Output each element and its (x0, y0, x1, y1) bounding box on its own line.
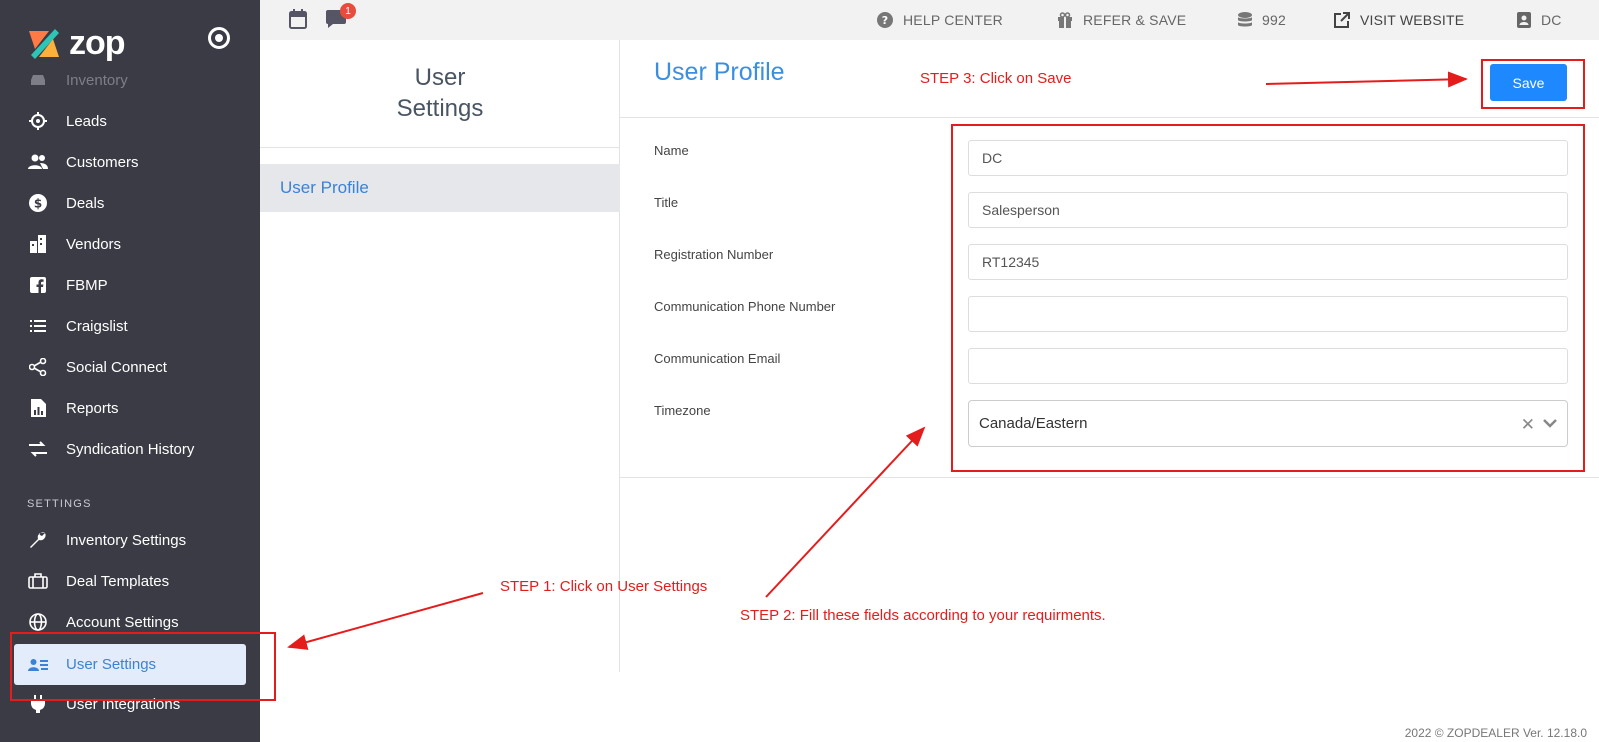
sidebar-item-label: Vendors (66, 235, 122, 253)
svg-text:$: $ (34, 197, 42, 211)
sidebar-item-label: FBMP (66, 276, 108, 294)
building-icon (28, 234, 48, 254)
question-circle-icon: ? (877, 12, 893, 28)
title-label: Title (654, 195, 679, 210)
annotation-step1: STEP 1: Click on User Settings (500, 578, 708, 595)
sidebar-item-label: Social Connect (66, 358, 167, 376)
wrench-icon (28, 530, 48, 550)
sidebar-item-craigslist[interactable]: Craigslist (0, 306, 260, 346)
help-center-link[interactable]: ? HELP CENTER (877, 0, 1003, 40)
page-title: User Profile (654, 58, 785, 86)
sidebar-item-syndication-history[interactable]: Syndication History (0, 429, 260, 469)
settings-title-text: User Settings (396, 64, 484, 122)
name-label: Name (654, 143, 689, 158)
sidebar: zop Inventory Leads Customers $ Deals Ve… (0, 0, 260, 742)
sidebar-item-social-connect[interactable]: Social Connect (0, 347, 260, 387)
list-icon (28, 316, 48, 336)
notification-badge: 1 (340, 3, 356, 19)
sidebar-item-inventory-settings[interactable]: Inventory Settings (0, 520, 260, 560)
database-icon (1238, 12, 1252, 28)
sidebar-item-label: Craigslist (66, 317, 128, 335)
calendar-icon[interactable] (289, 9, 307, 34)
globe-icon (28, 612, 48, 632)
sidebar-toggle-icon[interactable] (208, 27, 230, 49)
annotation-box-step2 (951, 124, 1585, 472)
divider (260, 147, 620, 148)
footer-version: 2022 © ZOPDEALER Ver. 12.18.0 (1404, 726, 1587, 740)
top-bar: 1 ? HELP CENTER REFER & SAVE 992 VISIT W… (260, 0, 1599, 40)
sidebar-item-label: Deal Templates (66, 572, 170, 590)
svg-text:?: ? (882, 14, 889, 27)
sidebar-item-label: Reports (66, 399, 119, 417)
user-menu[interactable]: DC (1517, 0, 1562, 40)
sidebar-item-leads[interactable]: Leads (0, 101, 260, 141)
sidebar-item-deals[interactable]: $ Deals (0, 183, 260, 223)
help-center-label: HELP CENTER (903, 12, 1003, 28)
divider (620, 477, 1599, 478)
sidebar-item-vendors[interactable]: Vendors (0, 224, 260, 264)
credits-value: 992 (1262, 12, 1286, 28)
sidebar-item-customers[interactable]: Customers (0, 142, 260, 182)
annotation-box-step1 (10, 632, 276, 701)
target-icon (28, 111, 48, 131)
settings-item-label: User Profile (280, 178, 369, 197)
sidebar-item-label: Syndication History (66, 440, 195, 458)
dollar-icon: $ (28, 193, 48, 213)
sidebar-item-label: Leads (66, 112, 107, 130)
external-link-icon (1334, 12, 1350, 28)
visit-website-link[interactable]: VISIT WEBSITE (1334, 0, 1464, 40)
timezone-label: Timezone (654, 403, 711, 418)
user-badge-icon (1517, 12, 1531, 28)
share-icon (28, 357, 48, 377)
zop-logo[interactable]: zop (25, 24, 126, 63)
sidebar-item-fbmp[interactable]: FBMP (0, 265, 260, 305)
report-icon (28, 398, 48, 418)
car-icon (28, 70, 48, 90)
phone-number-label: Communication Phone Number (654, 299, 836, 314)
suitcase-icon (28, 571, 48, 591)
credits-indicator[interactable]: 992 (1238, 0, 1286, 40)
arrow-step2 (765, 426, 926, 598)
sidebar-item-deal-templates[interactable]: Deal Templates (0, 561, 260, 601)
refer-save-link[interactable]: REFER & SAVE (1057, 0, 1186, 40)
visit-website-label: VISIT WEBSITE (1360, 12, 1465, 28)
zop-logo-icon (29, 28, 59, 59)
settings-section-label: SETTINGS (27, 498, 92, 510)
refer-save-label: REFER & SAVE (1083, 12, 1187, 28)
users-icon (28, 152, 48, 172)
settings-item-user-profile[interactable]: User Profile (260, 164, 620, 212)
sidebar-item-reports[interactable]: Reports (0, 388, 260, 428)
annotation-step3: STEP 3: Click on Save (920, 70, 1072, 87)
email-label: Communication Email (654, 351, 781, 366)
exchange-icon (28, 439, 48, 459)
registration-number-label: Registration Number (654, 247, 774, 262)
sidebar-item-label: Inventory Settings (66, 531, 187, 549)
annotation-box-step3 (1481, 59, 1585, 109)
divider (620, 117, 1599, 118)
sidebar-item-label: Account Settings (66, 613, 179, 631)
facebook-icon (28, 275, 48, 295)
annotation-step2: STEP 2: Fill these fields according to y… (740, 607, 1106, 624)
user-initials: DC (1541, 12, 1562, 28)
sidebar-item-label: Deals (66, 194, 105, 212)
logo-text: zop (69, 24, 126, 62)
gift-icon (1057, 12, 1073, 28)
arrow-step3 (1265, 71, 1468, 88)
settings-title: User Settings (260, 62, 620, 124)
sidebar-item-inventory[interactable]: Inventory (0, 60, 260, 100)
sidebar-item-label: Inventory (66, 71, 128, 89)
sidebar-item-label: Customers (66, 153, 139, 171)
